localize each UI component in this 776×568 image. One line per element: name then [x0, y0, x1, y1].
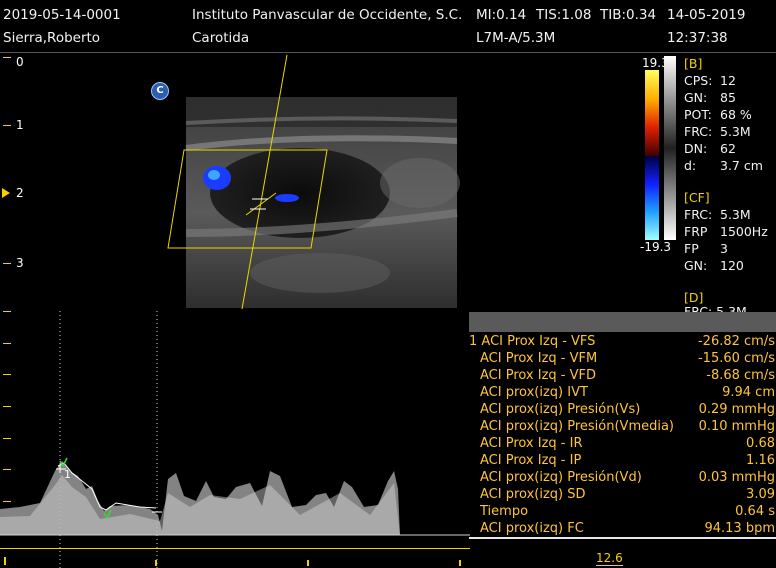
cf-param-filter: FP 3: [684, 241, 728, 256]
b-param-cps: CPS: 12: [684, 73, 736, 88]
time-tick: [459, 560, 461, 566]
ultrasound-image[interactable]: [0, 53, 470, 311]
exam-type: Carotida: [192, 30, 250, 46]
color-flow-core: [208, 170, 220, 180]
thermal-index-soft: TIS:1.08: [536, 7, 592, 23]
bottom-readout: 12.6: [596, 551, 623, 566]
b-param-power: POT: 68 %: [684, 107, 752, 122]
time-tick: [307, 560, 309, 566]
b-param-gain: GN: 85: [684, 90, 736, 105]
tissue-echo: [250, 253, 390, 293]
doppler-spectrum[interactable]: [0, 311, 470, 568]
institution-name: Instituto Panvascular de Occidente, S.C.: [192, 7, 463, 23]
time-axis: [0, 548, 470, 549]
velocity-tick: [3, 374, 11, 375]
c-marker-icon: C: [151, 82, 169, 100]
b-param-depth: d: 3.7 cm: [684, 158, 763, 173]
velocity-tick: [3, 469, 11, 470]
thermal-index-bone: TIB:0.34: [600, 7, 657, 23]
exam-date: 14-05-2019: [667, 7, 746, 23]
measurement-panel-header: [469, 312, 776, 332]
velocity-tick: [3, 501, 11, 502]
measurement-panel-footer: [469, 537, 776, 539]
tissue-echo: [380, 158, 460, 208]
cf-mode-title: [CF]: [684, 190, 710, 205]
spectrum-trace-number: 1: [64, 468, 71, 481]
patient-name: Sierra,Roberto: [3, 30, 101, 46]
velocity-tick: [3, 311, 11, 312]
b-param-frequency: FRC: 5.3M: [684, 124, 751, 139]
time-tick: [4, 557, 6, 565]
measurement-panel: 1 ACI Prox Izq - VFS -26.82 cm/s ACI Prox…: [469, 334, 775, 536]
velocity-tick: [3, 343, 11, 344]
d-mode-title: [D]: [684, 290, 704, 305]
velocity-tick: [3, 406, 11, 407]
exam-time: 12:37:38: [667, 30, 728, 46]
cf-param-gain: GN: 120: [684, 258, 744, 273]
cf-param-prf: FRP 1500Hz: [684, 224, 768, 239]
color-bar-negative: [645, 156, 659, 240]
mechanical-index: MI:0.14: [476, 7, 527, 23]
spectral-waveform-core: [0, 475, 400, 535]
probe-label: L7M-A/5.3M: [476, 30, 556, 46]
color-scale-min: -19.3: [640, 240, 672, 254]
velocity-tick: [3, 438, 11, 439]
cf-param-frequency: FRC: 5.3M: [684, 207, 751, 222]
gray-map-bar: [664, 56, 676, 240]
color-bar-positive: [645, 70, 659, 156]
b-mode-title: [B]: [684, 56, 703, 71]
patient-id: 2019-05-14-0001: [3, 7, 121, 23]
time-tick: [155, 560, 157, 566]
color-flow-blob: [275, 194, 299, 202]
b-param-dynamic-range: DN: 62: [684, 141, 736, 156]
